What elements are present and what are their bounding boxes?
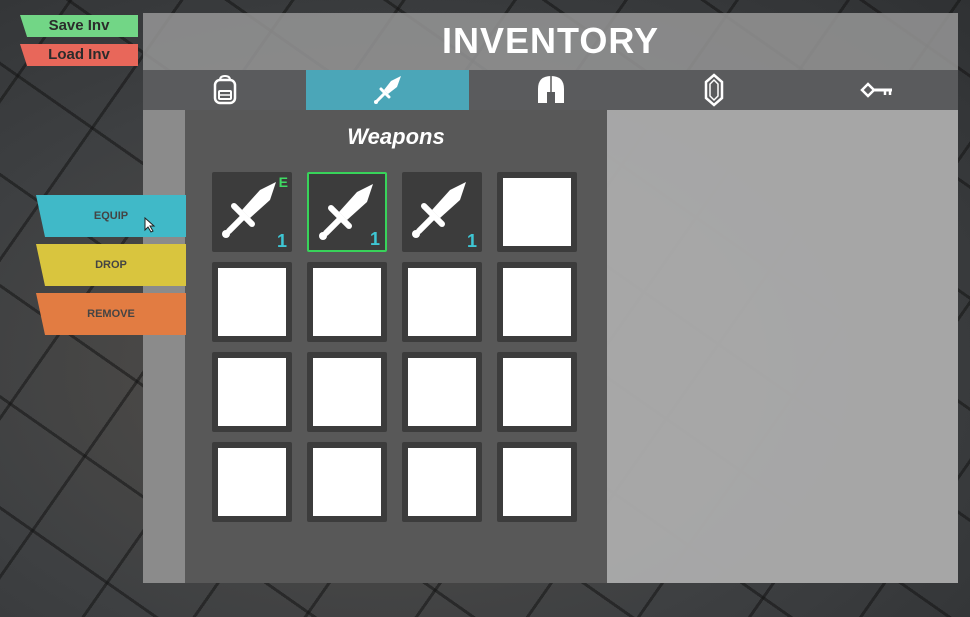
inventory-slot-empty[interactable]	[212, 262, 292, 342]
inventory-slot-empty[interactable]	[497, 352, 577, 432]
tab-keys[interactable]	[795, 70, 958, 110]
mouse-cursor-icon	[144, 217, 156, 233]
load-inventory-button[interactable]: Load Inv	[20, 44, 138, 66]
tab-backpack[interactable]	[143, 70, 306, 110]
item-quantity: 1	[276, 231, 287, 251]
inventory-slot-empty[interactable]	[307, 262, 387, 342]
inventory-slot-item[interactable]: 1	[307, 172, 387, 252]
inventory-slot-empty[interactable]	[307, 352, 387, 432]
inventory-slot-item[interactable]: 1E	[212, 172, 292, 252]
gem-icon	[704, 73, 723, 107]
equipped-marker: E	[278, 174, 288, 190]
item-quantity: 1	[369, 229, 380, 249]
drop-button[interactable]: DROP	[36, 244, 186, 286]
section-title: Weapons	[347, 124, 445, 149]
tab-weapons[interactable]	[306, 70, 469, 110]
inventory-slot-empty[interactable]	[402, 442, 482, 522]
helmet-icon	[537, 76, 564, 103]
inventory-slot-empty[interactable]	[402, 352, 482, 432]
sword-icon	[412, 182, 466, 238]
inventory-title: INVENTORY	[441, 20, 660, 61]
tab-armor[interactable]	[469, 70, 632, 110]
sword-icon	[373, 76, 401, 104]
save-inventory-button[interactable]: Save Inv	[20, 15, 138, 37]
inventory-slot-empty[interactable]	[497, 262, 577, 342]
inventory-slot-item[interactable]: 1	[402, 172, 482, 252]
inventory-slot-empty[interactable]	[497, 442, 577, 522]
inventory-slot-empty[interactable]	[307, 442, 387, 522]
remove-button[interactable]: REMOVE	[36, 293, 186, 335]
inventory-slots: 1E11	[212, 172, 582, 522]
tab-gems[interactable]	[632, 70, 795, 110]
inventory-slot-empty[interactable]	[402, 262, 482, 342]
backpack-icon	[213, 74, 236, 105]
item-details-panel	[607, 110, 958, 583]
equip-button[interactable]: EQUIP	[36, 195, 186, 237]
key-icon	[859, 82, 892, 98]
inventory-panel: INVENTORY Weapons 1 E 1 1	[143, 13, 958, 583]
item-quantity: 1	[466, 231, 477, 251]
sword-icon	[222, 182, 276, 238]
inventory-slot-empty[interactable]	[212, 442, 292, 522]
inventory-slot-empty[interactable]	[212, 352, 292, 432]
inventory-slot-empty[interactable]	[497, 172, 577, 252]
left-strip	[143, 110, 185, 583]
category-tab-bar	[143, 70, 958, 110]
inventory-grid-panel: Weapons 1E11	[185, 110, 607, 583]
